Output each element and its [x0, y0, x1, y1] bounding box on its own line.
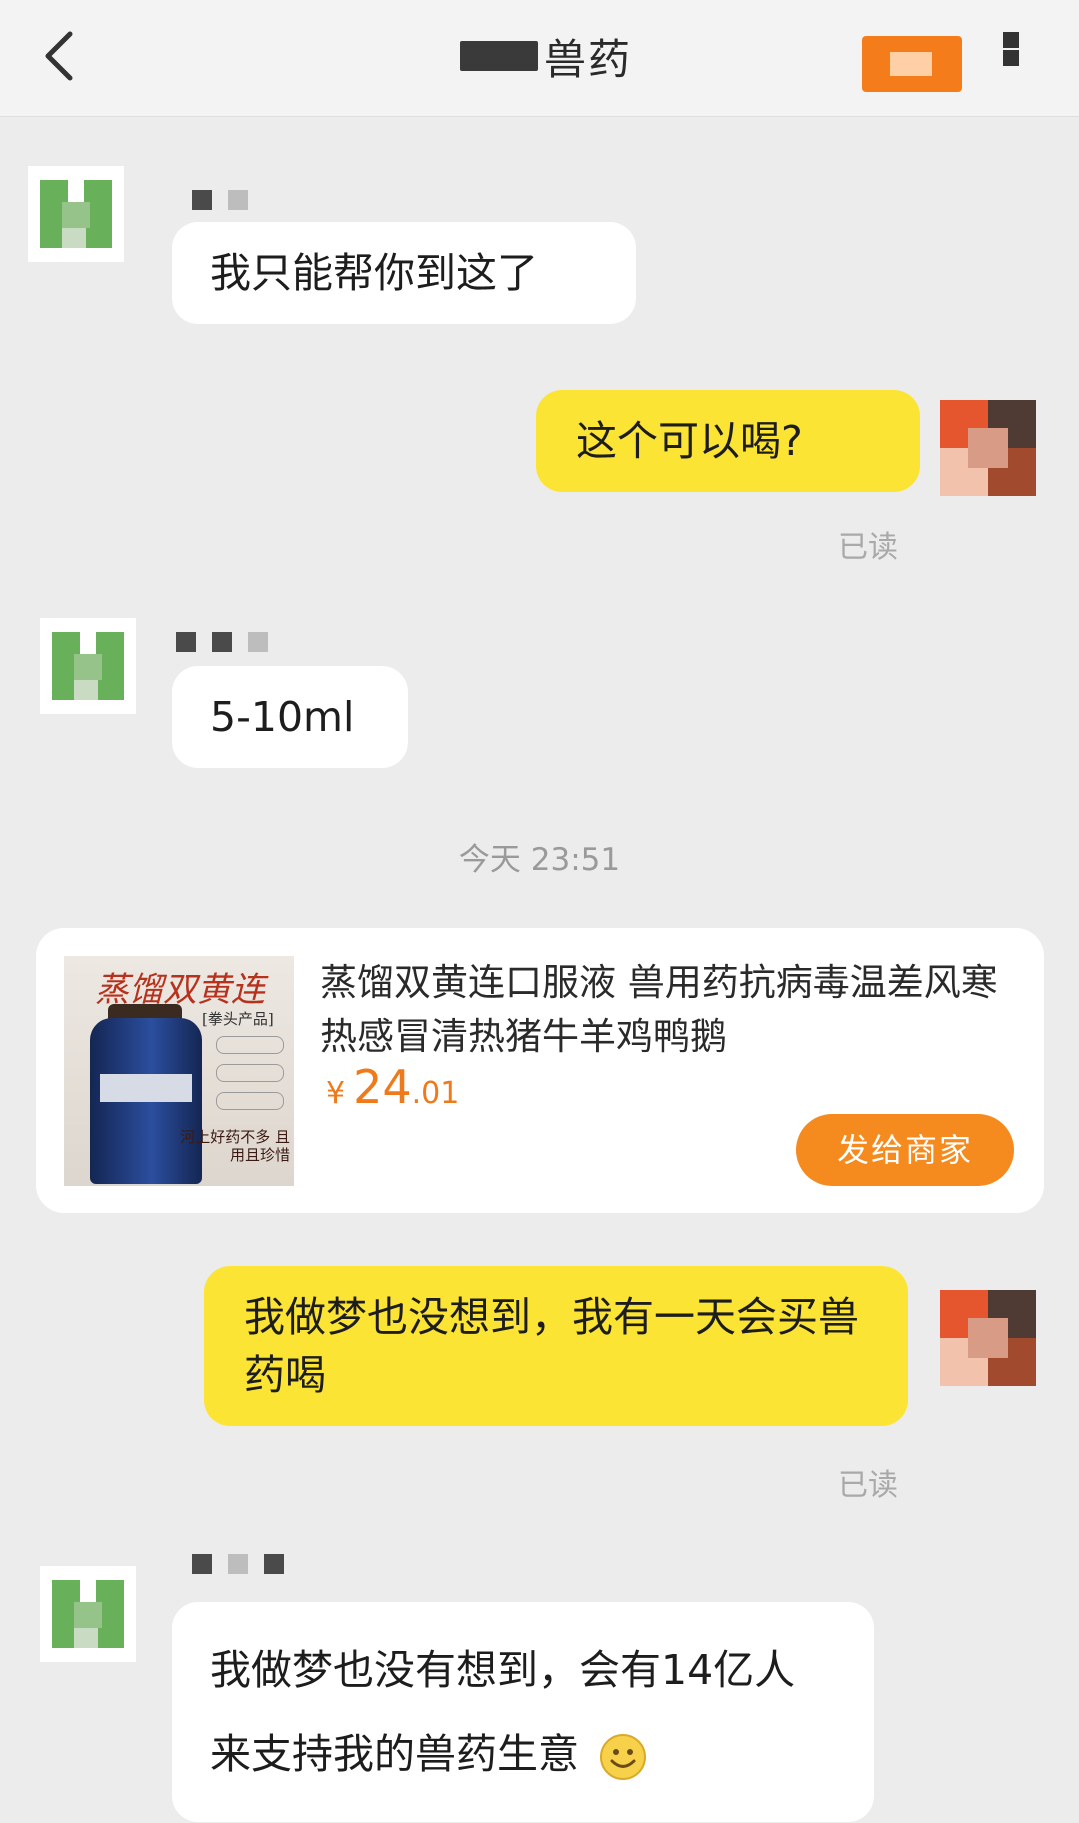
message-bubble-received[interactable]: 我只能帮你到这了 — [172, 222, 636, 324]
price-currency: ¥ — [326, 1076, 346, 1111]
product-title[interactable]: 蒸馏双黄连口服液 兽用药抗病毒温差风寒热感冒清热猪牛羊鸡鸭鹅 — [320, 956, 1020, 1064]
message-text: 我做梦也没想到，我有一天会买兽药喝 — [244, 1293, 859, 1399]
message-bubble-sent[interactable]: 这个可以喝? — [536, 390, 920, 492]
sender-name-censored — [192, 190, 248, 212]
message-text: 我只能帮你到这了 — [210, 249, 538, 297]
user-avatar[interactable] — [940, 400, 1036, 496]
merchant-avatar[interactable] — [40, 618, 136, 714]
page-title: 兽药 — [544, 34, 633, 84]
censored-shop-name — [460, 41, 538, 71]
sender-name-censored — [176, 632, 268, 654]
chevron-left-icon[interactable] — [40, 28, 80, 84]
message-bubble-received[interactable]: 5-10ml — [172, 666, 408, 768]
more-icon[interactable] — [1000, 30, 1022, 90]
merchant-avatar[interactable] — [40, 1566, 136, 1662]
user-avatar[interactable] — [940, 1290, 1036, 1386]
message-bubble-received[interactable]: 我做梦也没有想到，会有14亿人来支持我的兽药生意 — [172, 1602, 874, 1822]
sender-name-censored — [192, 1554, 284, 1576]
merchant-avatar[interactable] — [28, 166, 124, 262]
send-to-merchant-button[interactable]: 发给商家 — [796, 1114, 1014, 1186]
message-bubble-sent[interactable]: 我做梦也没想到，我有一天会买兽药喝 — [204, 1266, 908, 1426]
product-image[interactable]: 蒸馏双黄连 [拳头产品] 河上好药不多 且用且珍惜 — [64, 956, 294, 1186]
chat-header: 兽药 — [0, 0, 1079, 117]
store-icon[interactable] — [862, 36, 962, 92]
product-image-tag: [拳头产品] — [202, 1010, 274, 1028]
price-decimal: .01 — [411, 1076, 460, 1111]
smiley-emoji-icon — [600, 1734, 647, 1780]
read-status: 已读 — [838, 530, 898, 565]
message-text: 我做梦也没有想到，会有14亿人来支持我的兽药生意 — [210, 1646, 796, 1778]
product-price: ¥ 24 .01 — [326, 1060, 459, 1114]
product-image-caption: 河上好药不多 且用且珍惜 — [180, 1128, 290, 1164]
product-card[interactable]: 蒸馏双黄连 [拳头产品] 河上好药不多 且用且珍惜 蒸馏双黄连口服液 兽用药抗病… — [36, 928, 1044, 1213]
message-timestamp: 今天 23:51 — [458, 842, 621, 878]
read-status: 已读 — [838, 1468, 898, 1503]
product-image-brand: 蒸馏双黄连 — [95, 970, 265, 1010]
message-text: 这个可以喝? — [576, 417, 803, 465]
header-title-group: 兽药 — [460, 26, 632, 86]
message-text: 5-10ml — [210, 693, 355, 741]
price-integer: 24 — [353, 1060, 412, 1114]
